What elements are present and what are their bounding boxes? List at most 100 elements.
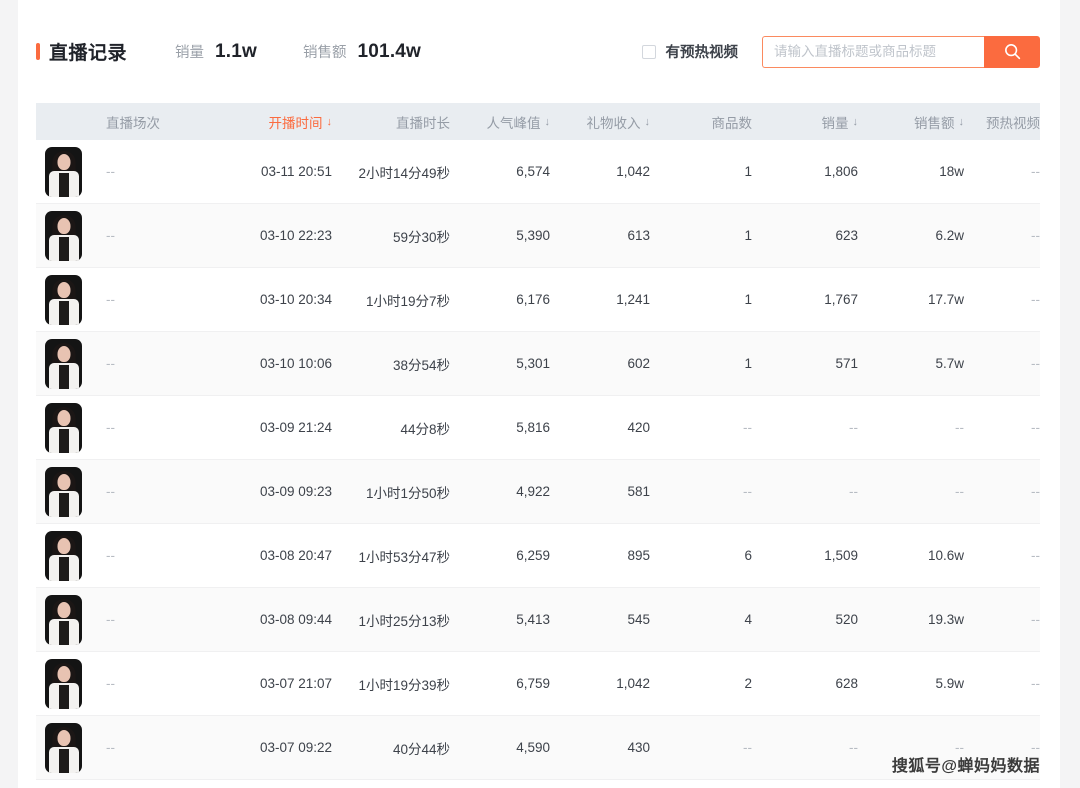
cell-dur: 1小时19分39秒 [358,677,450,693]
live-records-table: 直播场次 开播时间 ↓ 直播时长 人气峰值 ↓ 礼物收入 ↓ 商品数 销量 ↓ … [36,103,1040,780]
avatar[interactable] [45,658,82,709]
cell-start: 03-10 10:06 [259,356,332,371]
column-header-teaser-video: 预热视频 [964,112,1040,132]
cell-video: -- [1031,548,1040,563]
cell-start: 03-11 20:51 [260,164,332,179]
table-row[interactable]: -- 03-08 09:44 1小时25分13秒 5,413 545 4 520 19.3w -… [36,588,1040,652]
row-avatar-cell [36,146,106,197]
cell-sales: 1,806 [824,164,858,179]
cell-session: -- [106,164,115,179]
cell-gift: 613 [627,228,650,243]
column-header-start-time-label: 开播时间 [268,115,323,131]
avatar[interactable] [45,466,82,517]
sort-descending-icon: ↓ [544,116,551,128]
cell-peak: 5,413 [516,612,550,627]
table-row[interactable]: -- 03-10 20:34 1小时19分7秒 6,176 1,241 1 1,767 17.… [36,268,1040,332]
table-row[interactable]: -- 03-11 20:51 2小时14分49秒 6,574 1,042 1 1,806 18… [36,140,1040,204]
avatar[interactable] [45,402,82,453]
avatar[interactable] [45,338,82,389]
avatar-face [57,473,70,490]
avatar[interactable] [45,210,82,261]
cell-start: 03-08 20:47 [259,548,332,563]
table-row[interactable]: -- 03-07 21:07 1小时19分39秒 6,759 1,042 2 628 5.9w… [36,652,1040,716]
header-controls: 有预热视频 [641,35,1040,68]
column-header-teaser-video-label: 预热视频 [986,115,1040,131]
table-row[interactable]: -- 03-10 10:06 38分54秒 5,301 602 1 571 5.7w -- [36,332,1040,396]
cell-goods: 1 [744,292,752,307]
cell-session: -- [106,612,115,627]
table-row[interactable]: -- 03-08 20:47 1小时53分47秒 6,259 895 6 1,509 10.6… [36,524,1040,588]
cell-gift: 545 [627,612,650,627]
cell-goods: 2 [744,676,752,691]
table-row[interactable]: -- 03-10 22:23 59分30秒 5,390 613 1 623 6.2w -- [36,204,1040,268]
avatar-face [57,729,70,746]
row-avatar-cell [36,466,106,517]
search-input[interactable] [762,35,984,68]
table-body: -- 03-11 20:51 2小时14分49秒 6,574 1,042 1 1,806 18… [36,140,1040,780]
cell-video: -- [1031,676,1040,691]
live-records-card: 直播记录 销量 1.1w 销售额 101.4w 有预热视频 请输入直播标题或商品… [18,0,1060,788]
cell-gmv: 10.6w [927,548,964,563]
column-header-gmv[interactable]: 销售额 ↓ [858,112,964,132]
column-header-peak-popularity[interactable]: 人气峰值 ↓ [450,112,551,132]
table-row[interactable]: -- 03-09 09:23 1小时1分50秒 4,922 581 -- -- -- -- [36,460,1040,524]
search-button[interactable] [984,35,1040,68]
avatar[interactable] [45,594,82,645]
column-header-duration[interactable]: 直播时长 [332,112,450,132]
cell-peak: 6,759 [516,676,550,691]
cell-peak: 4,590 [516,740,550,755]
cell-session: -- [106,292,115,307]
stat-sales-volume: 销量 1.1w [175,41,257,63]
stat-gmv: 销售额 101.4w [303,41,421,63]
cell-goods: -- [743,740,752,755]
column-header-start-time[interactable]: 开播时间 ↓ [210,112,333,132]
cell-start: 03-09 09:23 [259,484,332,499]
avatar[interactable] [45,530,82,581]
cell-dur: 1小时25分13秒 [358,613,450,629]
row-avatar-cell [36,338,106,389]
cell-start: 03-10 20:34 [259,292,332,307]
cell-dur: 40分44秒 [392,741,450,757]
column-header-session-label: 直播场次 [106,115,160,131]
avatar-face [57,601,70,618]
cell-gift: 895 [627,548,650,563]
column-header-gift-income[interactable]: 礼物收入 ↓ [550,112,651,132]
cell-goods: 1 [744,228,752,243]
cell-gift: 602 [627,356,650,371]
cell-video: -- [1031,612,1040,627]
table-row[interactable]: -- 03-09 21:24 44分8秒 5,816 420 -- -- -- -- [36,396,1040,460]
column-header-sales-volume[interactable]: 销量 ↓ [752,112,859,132]
row-avatar-cell [36,658,106,709]
cell-sales: 628 [835,676,858,691]
sort-descending-icon: ↓ [644,116,651,128]
avatar[interactable] [45,274,82,325]
row-avatar-cell [36,402,106,453]
checkbox-icon[interactable] [641,44,656,59]
table-row[interactable]: -- 03-07 09:22 40分44秒 4,590 430 -- -- -- -- [36,716,1040,780]
column-header-product-count[interactable]: 商品数 [650,112,753,132]
filter-has-teaser-video[interactable]: 有预热视频 [641,41,738,62]
sort-descending-icon: ↓ [852,116,859,128]
stat-sales-volume-value: 1.1w [215,40,258,62]
stat-sales-volume-label: 销量 [175,44,205,61]
cell-gift: 581 [627,484,650,499]
cell-sales: 623 [835,228,858,243]
watermark: 搜狐号@蝉妈妈数据 [891,758,1040,775]
column-header-product-count-label: 商品数 [711,115,753,131]
cell-peak: 6,259 [516,548,550,563]
row-avatar-cell [36,594,106,645]
cell-sales: 520 [835,612,858,627]
column-header-session[interactable]: 直播场次 [106,112,210,132]
cell-gmv: 19.3w [927,612,964,627]
sort-descending-icon: ↓ [958,116,965,128]
avatar[interactable] [45,722,82,773]
avatar-torso [58,236,69,261]
cell-sales: -- [849,740,858,755]
cell-gift: 420 [627,420,650,435]
cell-start: 03-07 21:07 [259,676,332,691]
cell-gmv: -- [955,484,964,499]
cell-dur: 2小时14分49秒 [358,165,450,181]
avatar[interactable] [45,146,82,197]
avatar-torso [58,620,69,645]
cell-session: -- [106,228,115,243]
